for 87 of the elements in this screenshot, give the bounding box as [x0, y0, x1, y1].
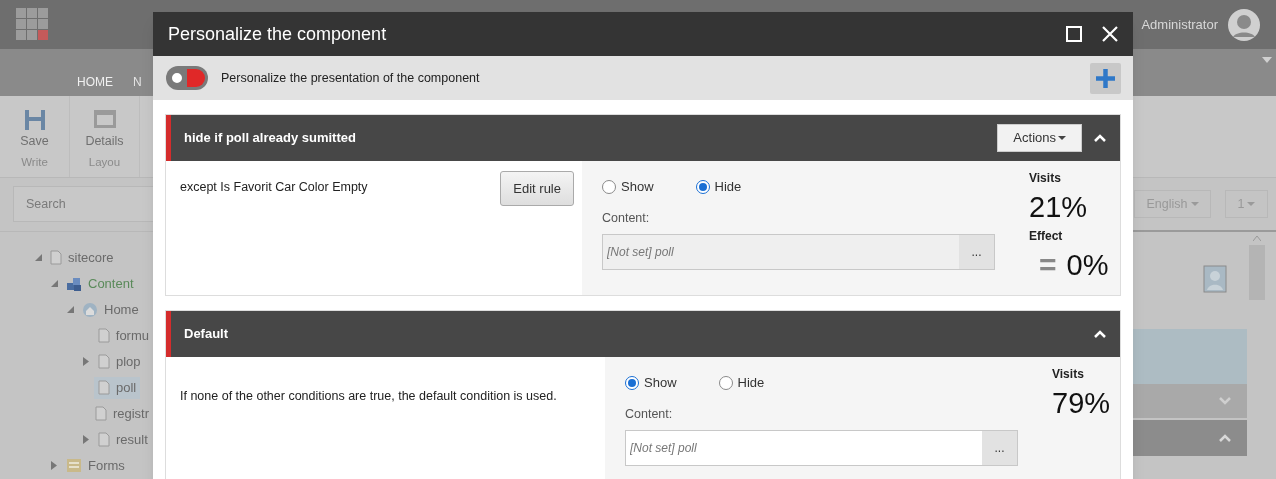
radio-button[interactable] [602, 180, 616, 194]
tree-item-row[interactable]: poll [94, 377, 141, 399]
radio-label: Hide [714, 178, 742, 197]
cubes-icon [66, 276, 82, 292]
expanded-arrow-icon[interactable] [34, 254, 42, 262]
caret-icon[interactable] [1262, 57, 1272, 64]
toolbar-label[interactable]: Details [85, 131, 124, 151]
condition-text: except Is Favorit Car Color Empty [180, 179, 368, 196]
tree-item[interactable]: plop [116, 352, 141, 372]
caret-icon [1058, 136, 1066, 140]
content-field[interactable]: [Not set] poll ... [602, 233, 995, 270]
radio-button[interactable] [718, 376, 733, 390]
collapsed-arrow-icon[interactable] [83, 357, 89, 367]
tree-item[interactable]: result [116, 430, 148, 450]
actions-button[interactable]: Actions [997, 124, 1082, 152]
effect-value: 0% [1066, 248, 1109, 283]
chevron-up-icon [1219, 434, 1231, 442]
portrait-icon [1203, 265, 1227, 293]
section-title: Default [184, 325, 229, 344]
app-grid-logo[interactable] [16, 8, 49, 42]
dialog-title: Personalize the component [168, 22, 387, 46]
home-icon [82, 302, 98, 318]
toggle-label: Personalize the presentation of the component [221, 69, 480, 87]
effect-sign: = [1039, 247, 1057, 283]
scroll-up-icon[interactable] [1253, 236, 1261, 241]
page-icon [98, 354, 110, 370]
content-field[interactable]: [Not set] poll ... [625, 429, 1018, 466]
plus-icon [1095, 67, 1116, 89]
tree-item-row[interactable]: formu [93, 325, 153, 347]
collapsed-arrow-icon[interactable] [83, 435, 89, 445]
effect-label: Effect [1029, 228, 1064, 245]
tree-item-row[interactable]: Content [62, 273, 138, 295]
radio-label: Show [644, 374, 677, 393]
tree-item-row[interactable]: plop [94, 351, 145, 373]
browse-button[interactable]: ... [959, 234, 994, 269]
ribbon-tab[interactable]: N [133, 54, 142, 91]
chevron-up-icon[interactable] [1094, 134, 1106, 142]
edit-rule-button[interactable]: Edit rule [500, 171, 574, 206]
section-title: hide if poll already sumitted [184, 129, 356, 148]
caret-icon [1190, 202, 1199, 206]
tree-item[interactable]: registr [112, 404, 149, 424]
tree-item[interactable]: Content [88, 274, 134, 294]
tree-item-row[interactable]: Forms [62, 455, 129, 477]
content-label: Content: [625, 406, 674, 423]
radio-label: Hide [737, 374, 765, 393]
tree-item[interactable]: Home [104, 300, 139, 320]
radio-button[interactable] [695, 180, 710, 194]
form-icon [66, 458, 82, 474]
ribbon-tab[interactable]: HOME [77, 54, 113, 91]
close-icon[interactable] [1102, 26, 1118, 42]
expanded-arrow-icon[interactable] [50, 280, 58, 288]
visits-label: Visits [1052, 366, 1085, 383]
tree-item[interactable]: poll [116, 378, 137, 398]
window-icon[interactable] [93, 109, 116, 130]
page-icon [97, 328, 110, 344]
page-icon [50, 250, 62, 266]
tree-item[interactable]: formu [115, 326, 149, 346]
page-icon [94, 406, 107, 422]
toggle-switch[interactable] [166, 66, 208, 90]
toolbar-group-label: Layou [88, 154, 121, 170]
avatar-icon[interactable] [1228, 8, 1260, 41]
radio-label: Show [621, 178, 654, 197]
tree-item-row[interactable]: result [94, 429, 152, 451]
tree-item-row[interactable]: Home [78, 299, 143, 321]
tree-item[interactable]: Forms [88, 456, 125, 476]
content-label: Content: [602, 210, 651, 227]
chevron-down-icon [1219, 397, 1231, 405]
condition-text: If none of the other conditions are true, the default condition is used. [180, 388, 557, 405]
page-icon [98, 432, 110, 448]
collapsed-arrow-icon[interactable] [51, 461, 57, 471]
radio-button[interactable] [625, 376, 639, 390]
chevron-up-icon[interactable] [1094, 330, 1106, 338]
user-name[interactable]: Administrator [1141, 14, 1218, 35]
tree-item-row[interactable]: sitecore [46, 247, 118, 269]
caret-icon [1247, 202, 1256, 206]
toolbar-group-label: Write [21, 154, 48, 170]
visits-value: 79% [1052, 386, 1111, 421]
maximize-icon[interactable] [1066, 26, 1082, 42]
visits-label: Visits [1029, 170, 1062, 187]
expanded-arrow-icon[interactable] [66, 306, 74, 314]
add-button[interactable] [1090, 62, 1121, 94]
tree-item[interactable]: sitecore [68, 248, 114, 268]
browse-button[interactable]: ... [982, 430, 1017, 465]
page-icon [98, 380, 110, 396]
visits-value: 21% [1029, 190, 1089, 225]
toolbar-label[interactable]: Save [20, 131, 49, 151]
tree-item-row[interactable]: registr [90, 403, 153, 425]
